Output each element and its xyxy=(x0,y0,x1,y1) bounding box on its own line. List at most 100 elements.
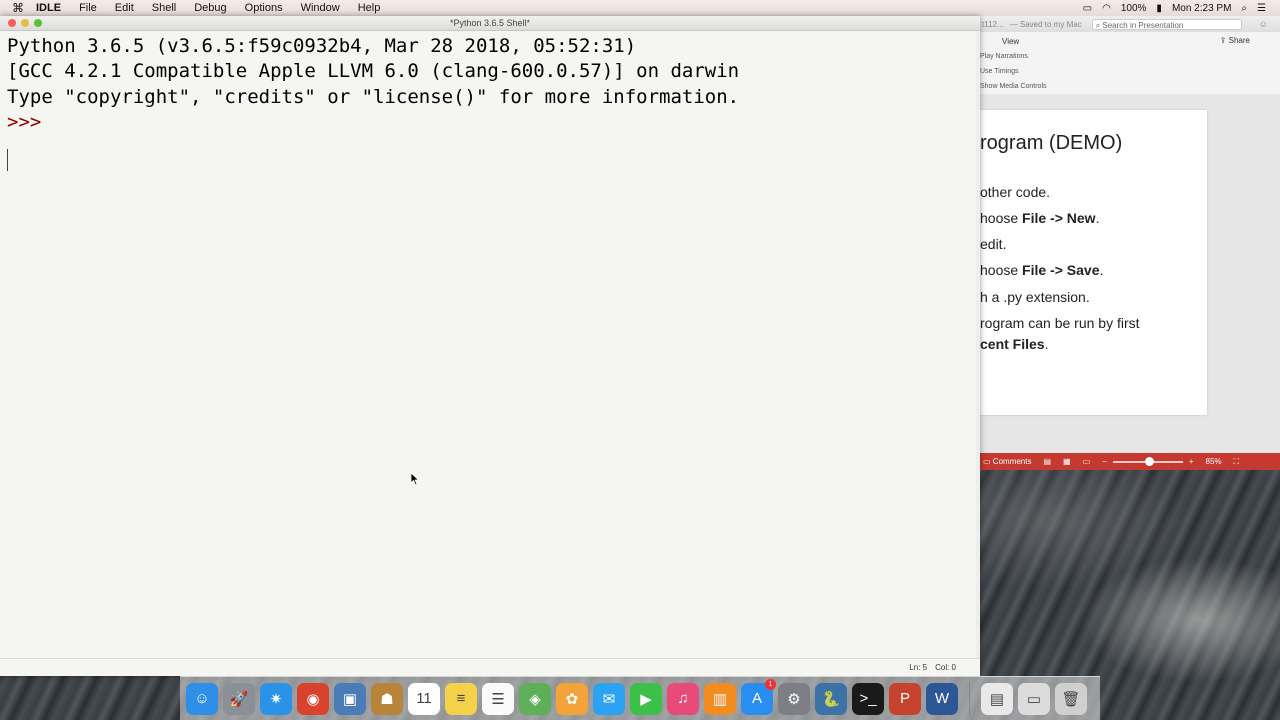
bullet-bold: cent Files xyxy=(980,336,1045,352)
dock-word-icon[interactable]: W xyxy=(926,682,958,715)
notification-center-icon[interactable]: ☰ xyxy=(1257,3,1266,14)
dock-photos-icon[interactable]: ✿ xyxy=(556,682,588,715)
dock-downloads-icon[interactable]: ▭ xyxy=(1018,682,1050,715)
bullet-text: edit. xyxy=(980,236,1007,252)
zoom-slider[interactable] xyxy=(1112,456,1183,466)
slide-bullet: cent Files. xyxy=(980,336,1048,352)
zoom-window-icon[interactable] xyxy=(34,19,42,27)
slide-bullet: hoose File -> New. xyxy=(980,210,1099,226)
ppt-saved-status: — Saved to my Mac xyxy=(1009,19,1082,29)
ppt-share-button[interactable]: ⇪ Share xyxy=(1220,36,1250,45)
apple-menu-icon[interactable]: ⌘ xyxy=(0,1,30,15)
column-number: Col: 0 xyxy=(935,663,956,672)
zoom-out-icon[interactable]: − xyxy=(1102,457,1107,466)
shell-scrollbar[interactable] xyxy=(976,31,980,658)
dock-document-icon[interactable]: ▤ xyxy=(981,682,1013,715)
ppt-play-narrations[interactable]: Play Narrations xyxy=(980,53,1028,60)
menu-debug[interactable]: Debug xyxy=(185,2,235,14)
dock-facetime-icon[interactable]: ▶ xyxy=(630,682,662,715)
shell-text-area[interactable]: Python 3.6.5 (v3.6.5:f59c0932b4, Mar 28 … xyxy=(7,34,970,136)
ppt-search-input[interactable]: ⌕ Search in Presentation xyxy=(1091,18,1242,30)
app-menu-idle[interactable]: IDLE xyxy=(30,2,70,14)
dock-maps-icon[interactable]: ◈ xyxy=(519,682,551,715)
zoom-level[interactable]: 85% xyxy=(1206,457,1222,466)
ppt-show-media-controls[interactable]: Show Media Controls xyxy=(980,83,1047,90)
bullet-text: h a .py extension. xyxy=(980,289,1090,305)
smiley-feedback-icon[interactable]: ☺ xyxy=(1259,19,1268,29)
dock-terminal-icon[interactable]: >_ xyxy=(852,682,884,715)
dock-separator xyxy=(969,681,970,716)
slide-bullet: other code. xyxy=(980,184,1050,200)
ppt-comments-button[interactable]: ▭ Comments xyxy=(983,457,1031,466)
dock: ☺ 🚀 ✷ ◉ ▣ ☗ 11 ≡ ☰ ◈ ✿ ✉ ▶ ♫ ▥ A 1 ⚙ 🐍 >_ P W ▤ ▭ 🗑 xyxy=(180,676,1100,720)
dock-notes-icon[interactable]: ≡ xyxy=(445,682,477,715)
wifi-icon[interactable]: ◠ xyxy=(1102,3,1111,14)
fit-to-window-icon[interactable]: ⛶ xyxy=(1234,457,1240,467)
ppt-use-timings[interactable]: Use Timings xyxy=(980,68,1019,75)
dock-python-launcher-icon[interactable]: 🐍 xyxy=(815,682,847,715)
dock-trash-icon[interactable]: 🗑 xyxy=(1055,682,1087,715)
line-number: Ln: 5 xyxy=(909,663,928,672)
ppt-search-placeholder: Search in Presentation xyxy=(1102,20,1184,30)
screen-mirroring-icon[interactable]: ▭ xyxy=(1083,3,1092,14)
close-window-icon[interactable] xyxy=(8,19,16,27)
dock-powerpoint-icon[interactable]: P xyxy=(889,682,921,715)
ppt-tab-view[interactable]: View xyxy=(1002,37,1019,46)
shell-banner-line: Python 3.6.5 (v3.6.5:f59c0932b4, Mar 28 … xyxy=(7,35,637,57)
menu-window[interactable]: Window xyxy=(292,2,349,14)
notification-badge: 1 xyxy=(765,678,776,690)
idle-titlebar: *Python 3.6.5 Shell* xyxy=(0,16,980,31)
clock[interactable]: Mon 2:23 PM xyxy=(1172,3,1231,14)
menu-shell[interactable]: Shell xyxy=(143,2,185,14)
slide-bullet: edit. xyxy=(980,236,1006,252)
menu-edit[interactable]: Edit xyxy=(106,2,143,14)
menu-options[interactable]: Options xyxy=(236,2,292,14)
ppt-slide-canvas: rogram (DEMO) other code. hoose File -> … xyxy=(980,94,1280,454)
idle-status-bar: Ln: 5 Col: 0 xyxy=(0,658,980,676)
normal-view-icon[interactable]: ▤ xyxy=(1043,457,1051,466)
ppt-status-bar: ▭ Comments ▤ ▦ ▭ − + 85% ⛶ xyxy=(980,453,1280,470)
menu-help[interactable]: Help xyxy=(349,2,390,14)
battery-percent[interactable]: 100% xyxy=(1121,3,1147,14)
shell-banner-line: Type "copyright", "credits" or "license(… xyxy=(7,85,740,108)
slide-title: rogram (DEMO) xyxy=(980,132,1123,154)
slide[interactable]: rogram (DEMO) other code. hoose File -> … xyxy=(980,110,1207,415)
dock-contacts-icon[interactable]: ☗ xyxy=(371,682,403,715)
ppt-ribbon: View ⇪ Share Play Narrations Use Timings… xyxy=(980,32,1280,95)
battery-icon[interactable]: ▮ xyxy=(1156,3,1162,14)
zoom-slider-knob[interactable] xyxy=(1144,456,1154,466)
idle-shell-window: *Python 3.6.5 Shell* Python 3.6.5 (v3.6.… xyxy=(0,16,980,676)
idle-window-title: *Python 3.6.5 Shell* xyxy=(449,18,531,28)
bullet-text: hoose xyxy=(980,210,1023,226)
mouse-pointer-icon xyxy=(410,472,420,486)
dock-preview-icon[interactable]: ▣ xyxy=(334,682,366,715)
dock-calendar-icon[interactable]: 11 xyxy=(408,682,440,715)
bullet-text: hoose xyxy=(980,262,1023,278)
slide-sorter-icon[interactable]: ▦ xyxy=(1063,457,1071,466)
bullet-text: other code. xyxy=(980,184,1051,200)
dock-itunes-icon[interactable]: ♫ xyxy=(667,682,699,715)
dock-app-store-icon[interactable]: A1 xyxy=(741,678,776,715)
slide-bullet: hoose File -> Save. xyxy=(980,262,1103,278)
dock-launchpad-icon[interactable]: 🚀 xyxy=(223,682,255,715)
menu-file[interactable]: File xyxy=(70,2,106,14)
status-area: ▭ ◠ 100% ▮ Mon 2:23 PM ⌕ ☰ xyxy=(1083,3,1280,14)
bullet-bold: File -> Save xyxy=(1022,262,1100,278)
ppt-titlebar: t112... — Saved to my Mac ⌕ Search in Pr… xyxy=(980,16,1280,32)
dock-chrome-icon[interactable]: ◉ xyxy=(297,682,329,715)
ppt-share-label: Share xyxy=(1228,36,1250,45)
dock-messages-icon[interactable]: ✉ xyxy=(593,682,625,715)
dock-ibooks-icon[interactable]: ▥ xyxy=(704,682,736,715)
menu-bar: ⌘ IDLE File Edit Shell Debug Options Win… xyxy=(0,0,1280,17)
spotlight-icon[interactable]: ⌕ xyxy=(1241,3,1247,14)
dock-safari-icon[interactable]: ✷ xyxy=(260,682,292,715)
bullet-text: rogram can be run by first xyxy=(980,315,1140,331)
ppt-comments-label: Comments xyxy=(992,457,1032,466)
share-icon: ⇪ xyxy=(1219,36,1227,45)
dock-finder-icon[interactable]: ☺ xyxy=(186,682,218,715)
minimize-window-icon[interactable] xyxy=(21,19,29,27)
slideshow-icon[interactable]: ▭ xyxy=(1083,457,1091,466)
dock-system-preferences-icon[interactable]: ⚙ xyxy=(778,682,810,715)
dock-reminders-icon[interactable]: ☰ xyxy=(482,682,514,715)
zoom-in-icon[interactable]: + xyxy=(1189,457,1194,466)
